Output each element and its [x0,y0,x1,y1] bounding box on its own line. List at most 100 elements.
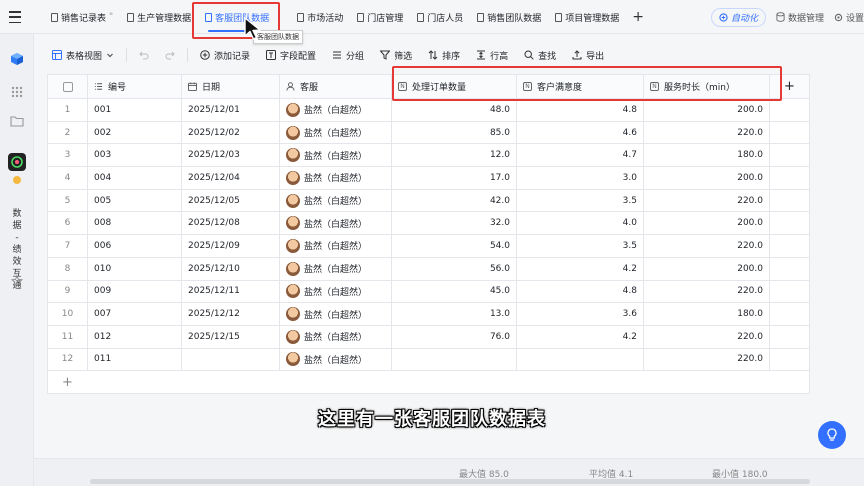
undo-button[interactable] [131,50,157,60]
cell-orders[interactable]: 54.0 [392,235,517,257]
cell-duration[interactable]: 220.0 [644,235,770,257]
table-row[interactable]: 10 007 2025/12/12 盐然（白超然） 13.0 3.6 180.0 [48,303,809,326]
add-record-button[interactable]: 添加记录 [192,49,258,62]
cell-agent[interactable]: 盐然（白超然） [280,280,392,303]
tab-6[interactable]: 销售团队数据 [470,0,548,34]
cell-date[interactable]: 2025/12/15 [182,325,280,348]
cell-date[interactable] [182,348,280,371]
cell-code[interactable]: 006 [88,235,182,257]
cell-satisfaction[interactable]: 4.2 [517,257,644,280]
cell-date[interactable]: 2025/12/02 [182,121,280,144]
cell-date[interactable]: 2025/12/03 [182,144,280,167]
cell-agent[interactable]: 盐然（白超然） [280,348,392,371]
cell-satisfaction[interactable] [517,348,644,371]
cell-duration[interactable]: 200.0 [644,167,770,189]
add-row-button[interactable]: + [48,371,809,393]
cell-orders[interactable]: 45.0 [392,280,517,303]
cell-orders[interactable]: 42.0 [392,189,517,212]
cell-orders[interactable]: 48.0 [392,99,517,121]
cell-code[interactable]: 007 [88,303,182,325]
cell-date[interactable]: 2025/12/05 [182,189,280,212]
tab-7[interactable]: 项目管理数据 [548,0,626,34]
select-all-checkbox[interactable] [62,81,73,92]
cell-orders[interactable]: 76.0 [392,325,517,348]
row-index[interactable]: 7 [48,235,88,257]
cell-orders[interactable]: 85.0 [392,121,517,144]
table-row[interactable]: 1 001 2025/12/01 盐然（白超然） 48.0 4.8 200.0 [48,99,809,122]
cell-agent[interactable]: 盐然（白超然） [280,257,392,280]
star-icon[interactable] [11,275,23,287]
tab-4[interactable]: 门店管理 [350,0,410,34]
apps-grid-icon[interactable] [10,85,24,99]
tab-5[interactable]: 门店人员 [410,0,470,34]
hamburger-menu-icon[interactable] [9,11,21,23]
table-row[interactable]: 5 005 2025/12/05 盐然（白超然） 42.0 3.5 220.0 [48,189,809,213]
row-height-button[interactable]: 行高 [468,49,516,62]
add-column-button[interactable]: + [770,75,809,98]
cell-satisfaction[interactable]: 4.2 [517,325,644,348]
cube-logo-icon[interactable] [10,52,24,66]
tab-3[interactable]: 市场活动 [290,0,350,34]
cell-satisfaction[interactable]: 4.0 [517,212,644,235]
cell-agent[interactable]: 盐然（白超然） [280,212,392,235]
table-row[interactable]: 9 009 2025/12/11 盐然（白超然） 45.0 4.8 220.0 [48,280,809,304]
cell-agent[interactable]: 盐然（白超然） [280,303,392,325]
cell-code[interactable]: 003 [88,144,182,167]
cell-duration[interactable]: 180.0 [644,144,770,167]
cell-duration[interactable]: 220.0 [644,348,770,371]
cell-agent[interactable]: 盐然（白超然） [280,121,392,144]
add-tab-icon[interactable]: + [626,9,650,25]
row-index[interactable]: 12 [48,348,88,371]
cell-duration[interactable]: 200.0 [644,212,770,235]
cell-date[interactable]: 2025/12/08 [182,212,280,235]
cell-satisfaction[interactable]: 3.6 [517,303,644,325]
help-bulb-button[interactable] [818,421,846,449]
column-header-date[interactable]: 日期 [182,75,280,98]
cell-agent[interactable]: 盐然（白超然） [280,189,392,212]
row-index[interactable]: 3 [48,144,88,167]
row-index[interactable]: 6 [48,212,88,235]
tab-0[interactable]: 销售记录表 " [44,0,120,34]
settings-button[interactable]: 设置 [834,11,864,24]
table-row[interactable]: 6 008 2025/12/08 盐然（白超然） 32.0 4.0 200.0 [48,212,809,236]
column-header-orders[interactable]: N 处理订单数量 [392,75,517,98]
cell-duration[interactable]: 220.0 [644,121,770,144]
cell-satisfaction[interactable]: 4.8 [517,99,644,121]
cell-orders[interactable]: 17.0 [392,167,517,189]
cell-satisfaction[interactable]: 4.8 [517,280,644,303]
tab-more-icon[interactable]: ⋮ [274,12,283,22]
cell-duration[interactable]: 220.0 [644,325,770,348]
cell-code[interactable]: 004 [88,167,182,189]
cell-date[interactable]: 2025/12/10 [182,257,280,280]
data-manage-button[interactable]: 数据管理 [776,11,824,24]
field-config-button[interactable]: 字段配置 [258,49,324,62]
table-row[interactable]: 4 004 2025/12/04 盐然（白超然） 17.0 3.0 200.0 [48,167,809,190]
tab-1[interactable]: 生产管理数据 [120,0,198,34]
view-switcher[interactable]: 表格视图 [34,49,122,62]
redo-button[interactable] [157,50,183,60]
cell-agent[interactable]: 盐然（白超然） [280,325,392,348]
row-index[interactable]: 2 [48,121,88,144]
cell-satisfaction[interactable]: 3.0 [517,167,644,189]
horizontal-scrollbar[interactable] [90,479,810,484]
row-index[interactable]: 11 [48,325,88,348]
cell-satisfaction[interactable]: 3.5 [517,235,644,257]
cell-code[interactable]: 012 [88,325,182,348]
cell-code[interactable]: 008 [88,212,182,235]
cell-code[interactable]: 009 [88,280,182,303]
cell-agent[interactable]: 盐然（白超然） [280,235,392,257]
filter-button[interactable]: 筛选 [372,49,420,62]
cell-duration[interactable]: 200.0 [644,99,770,121]
cell-code[interactable]: 010 [88,257,182,280]
cell-satisfaction[interactable]: 3.5 [517,189,644,212]
cell-date[interactable]: 2025/12/11 [182,280,280,303]
cell-orders[interactable] [392,348,517,371]
cell-satisfaction[interactable]: 4.6 [517,121,644,144]
table-row[interactable]: 2 002 2025/12/02 盐然（白超然） 85.0 4.6 220.0 [48,121,809,145]
column-header-duration[interactable]: N 服务时长（min） [644,75,770,98]
row-index[interactable]: 4 [48,167,88,189]
cell-duration[interactable]: 180.0 [644,303,770,325]
column-header-agent[interactable]: 客服 [280,75,392,98]
cell-agent[interactable]: 盐然（白超然） [280,99,392,121]
row-index[interactable]: 5 [48,189,88,212]
